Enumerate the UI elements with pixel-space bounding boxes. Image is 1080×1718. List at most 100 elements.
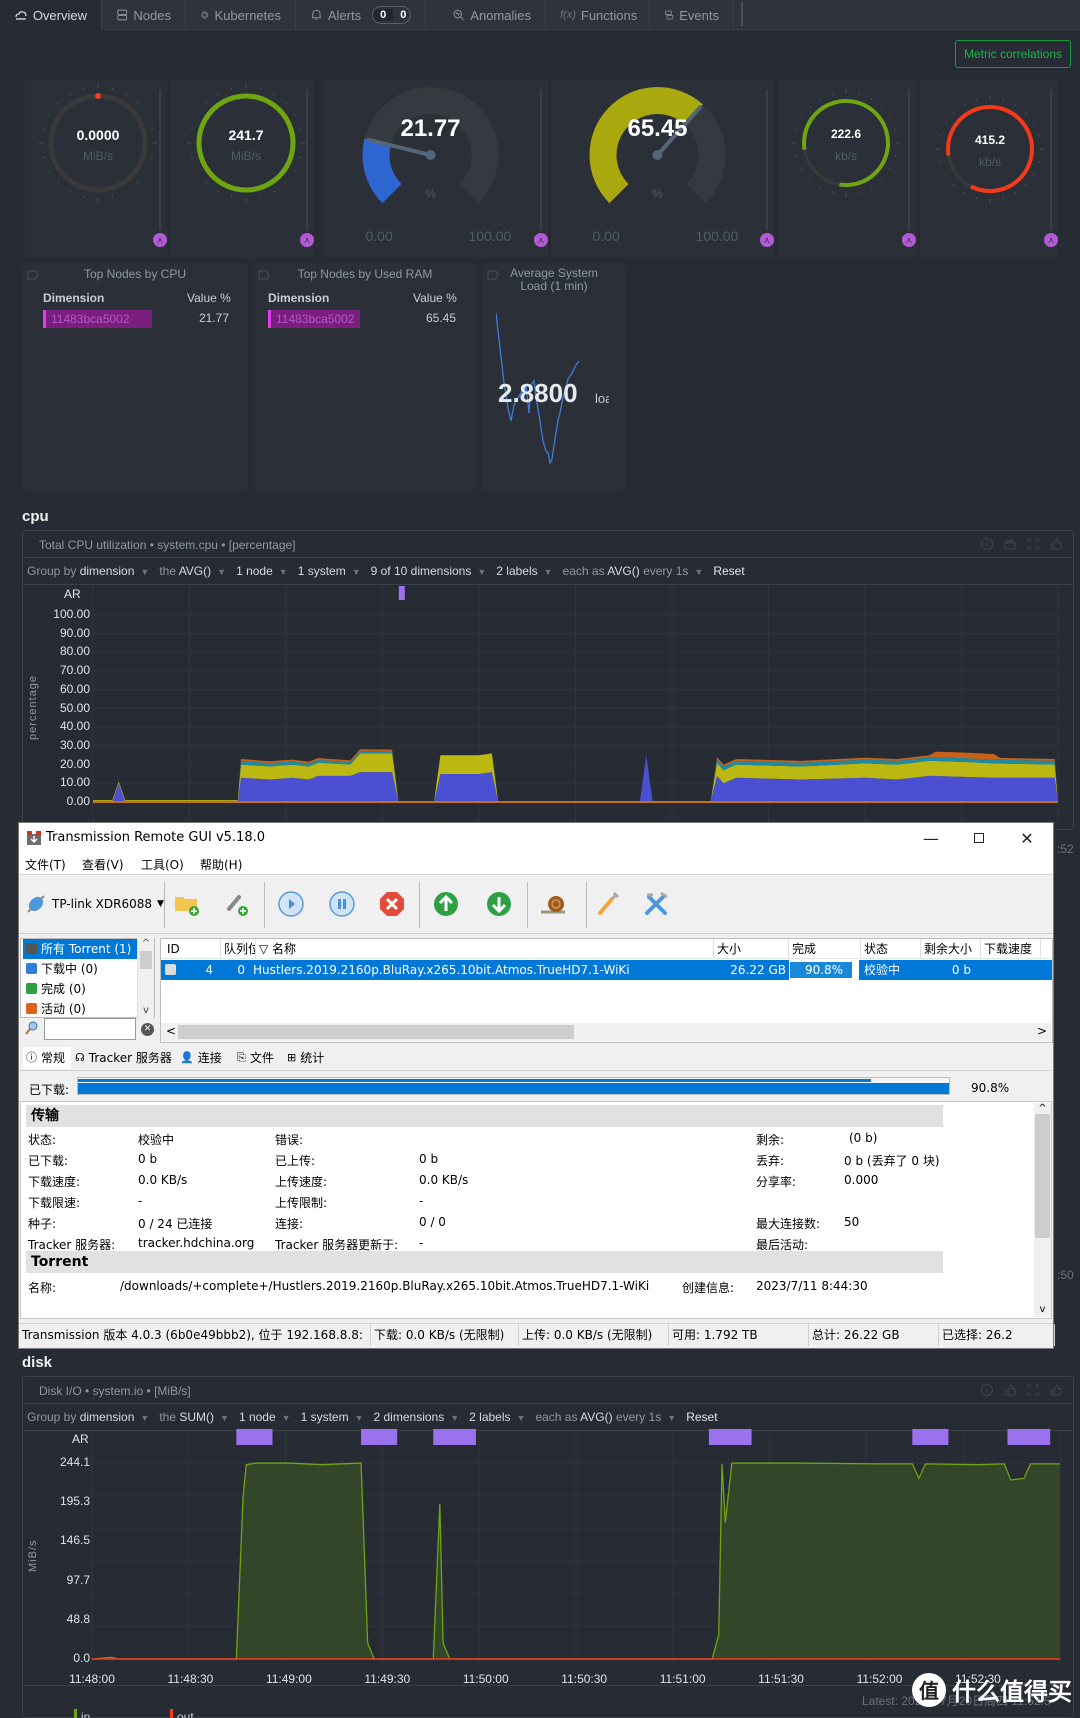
gauge-tick — [819, 97, 822, 100]
fullscreen-icon[interactable] — [1026, 537, 1040, 551]
reset-button[interactable]: Reset — [686, 1410, 717, 1424]
gauge-info-icon[interactable]: ⋏ — [902, 233, 916, 247]
gauge-info-icon[interactable]: ⋏ — [534, 233, 548, 247]
column-header[interactable]: 完成 — [789, 939, 861, 959]
menu-tools[interactable]: 工具(O) — [141, 856, 184, 873]
toolbar-dropdown[interactable]: each as AVG() every 1s ▼ — [563, 564, 714, 578]
maximize-button[interactable] — [955, 823, 1003, 853]
remove-button[interactable] — [375, 887, 409, 921]
filter-search-input[interactable] — [44, 1018, 136, 1040]
metric-correlations-button[interactable]: Metric correlations — [955, 40, 1071, 68]
add-link-button[interactable] — [219, 887, 253, 921]
annotation-marker[interactable] — [433, 1429, 476, 1445]
queue-up-button[interactable] — [429, 887, 463, 921]
pause-button[interactable] — [325, 887, 359, 921]
scroll-thumb[interactable] — [1035, 1114, 1050, 1238]
horizontal-scrollbar[interactable]: < > — [161, 1023, 1052, 1041]
annotation-marker[interactable] — [361, 1429, 398, 1445]
minimize-button[interactable]: — — [907, 823, 955, 853]
gauge-info-icon[interactable]: ⋏ — [760, 233, 774, 247]
annotation-marker[interactable] — [1007, 1429, 1051, 1445]
gauge-info-icon[interactable]: ⋏ — [153, 233, 167, 247]
filter-item[interactable]: 下载中 (0) — [23, 959, 153, 979]
toolbar-dropdown[interactable]: 1 system ▼ — [298, 564, 371, 578]
filter-item[interactable]: 活动 (0) — [23, 999, 153, 1019]
toolbar-dropdown[interactable]: 2 labels ▼ — [496, 564, 562, 578]
x-tick-label: 11:48:00 — [69, 1672, 115, 1686]
fullscreen-icon[interactable] — [1026, 1383, 1040, 1397]
toolbar-dropdown[interactable]: the AVG() ▼ — [159, 564, 236, 578]
tab-alerts[interactable]: Alerts 00 — [296, 0, 426, 30]
menu-view[interactable]: 查看(V) — [82, 856, 124, 873]
filter-item[interactable]: 所有 Torrent (1) — [23, 939, 139, 959]
tab-overview[interactable]: Overview — [0, 0, 102, 30]
speed-limit-button[interactable] — [537, 887, 571, 921]
alerts-badge[interactable]: 00 — [372, 6, 411, 24]
toolbar-dropdown[interactable]: 1 node ▼ — [236, 564, 298, 578]
menu-file[interactable]: 文件(T) — [25, 856, 66, 873]
annotation-marker[interactable] — [398, 586, 405, 600]
toolbar-dropdown[interactable]: 1 system ▼ — [301, 1410, 374, 1424]
tab-functions[interactable]: f(x) Functions — [546, 0, 650, 30]
title-bar[interactable]: Transmission Remote GUI v5.18.0 — ✕ — [19, 823, 1053, 853]
detail-tab[interactable]: 👤 连接 — [177, 1047, 233, 1069]
toolbar-dropdown[interactable]: 1 node ▼ — [239, 1410, 301, 1424]
toolbar-dropdown[interactable]: 9 of 10 dimensions ▼ — [371, 564, 497, 578]
column-header[interactable]: 剩余大小 — [921, 939, 981, 959]
dimension-bar[interactable]: 11483bca5002 — [43, 310, 152, 328]
column-header[interactable]: ID — [164, 939, 221, 959]
disk-chart[interactable] — [0, 1428, 1080, 1668]
scroll-thumb[interactable] — [140, 951, 152, 969]
menu-help[interactable]: 帮助(H) — [200, 856, 242, 873]
tab-events[interactable]: Events — [650, 0, 734, 30]
drawer-icon[interactable] — [1003, 537, 1017, 551]
column-header[interactable]: 状态 — [861, 939, 921, 959]
start-button[interactable] — [274, 887, 308, 921]
cpu-chart[interactable] — [0, 585, 1080, 825]
filter-scrollbar[interactable]: ^ v — [137, 938, 154, 1018]
legend-item-in[interactable]: in — [74, 1709, 90, 1718]
clear-search-icon[interactable]: ✕ — [141, 1023, 154, 1036]
thumb-icon[interactable] — [1049, 1383, 1063, 1397]
tab-anomalies[interactable]: Anomalies — [438, 0, 546, 30]
options-button[interactable] — [592, 887, 626, 921]
annotation-marker[interactable] — [236, 1429, 273, 1445]
card-title: Average System Load (1 min) — [482, 267, 626, 293]
thumb-up-icon[interactable] — [1003, 1383, 1017, 1397]
detail-tab[interactable]: ⎘ 文件 — [234, 1047, 283, 1069]
info-icon[interactable] — [980, 537, 994, 551]
torrent-row[interactable]: 4 0 Hustlers.2019.2160p.BluRay.x265.10bit.… — [161, 960, 1052, 980]
toolbar-dropdown[interactable]: 2 dimensions ▼ — [374, 1410, 470, 1424]
annotation-marker[interactable] — [912, 1429, 949, 1445]
dimension-bar[interactable]: 11483bca5002 — [268, 310, 360, 328]
gauge-info-icon[interactable]: ⋏ — [300, 233, 314, 247]
column-header[interactable]: 大小 — [714, 939, 789, 959]
reset-button[interactable]: Reset — [713, 564, 744, 578]
gauge-info-icon[interactable]: ⋏ — [1044, 233, 1058, 247]
column-header[interactable]: 下载速度 — [981, 939, 1041, 959]
tools-button[interactable] — [639, 887, 673, 921]
info-icon[interactable] — [980, 1383, 994, 1397]
scroll-thumb[interactable] — [178, 1025, 574, 1039]
tab-kubernetes[interactable]: Kubernetes — [186, 0, 296, 30]
close-button[interactable]: ✕ — [1003, 823, 1051, 853]
details-scrollbar[interactable]: ^ v — [1034, 1103, 1051, 1317]
detail-tab[interactable]: ⊞ 统计 — [284, 1047, 334, 1069]
thumb-icon[interactable] — [1049, 537, 1063, 551]
column-header[interactable]: 队列位 — [221, 939, 256, 959]
filter-item[interactable]: 完成 (0) — [23, 979, 153, 999]
detail-tab[interactable]: ☊ Tracker 服务器 — [72, 1047, 176, 1069]
tab-nodes[interactable]: Nodes — [102, 0, 186, 30]
queue-down-button[interactable] — [482, 887, 516, 921]
server-selector[interactable]: TP-link XDR6088 ▼ — [25, 893, 164, 915]
toolbar-dropdown[interactable]: each as AVG() every 1s ▼ — [535, 1410, 686, 1424]
legend-item-out[interactable]: out — [170, 1709, 194, 1718]
column-header[interactable]: ▽ 名称 — [256, 939, 714, 959]
toolbar-dropdown[interactable]: the SUM() ▼ — [159, 1410, 239, 1424]
detail-tab[interactable]: ⓘ 常规 — [23, 1047, 71, 1069]
toolbar-dropdown[interactable]: 2 labels ▼ — [469, 1410, 535, 1424]
add-torrent-button[interactable] — [170, 887, 204, 921]
annotation-marker[interactable] — [708, 1429, 752, 1445]
toolbar-dropdown[interactable]: Group by dimension ▼ — [27, 564, 159, 578]
toolbar-dropdown[interactable]: Group by dimension ▼ — [27, 1410, 159, 1424]
